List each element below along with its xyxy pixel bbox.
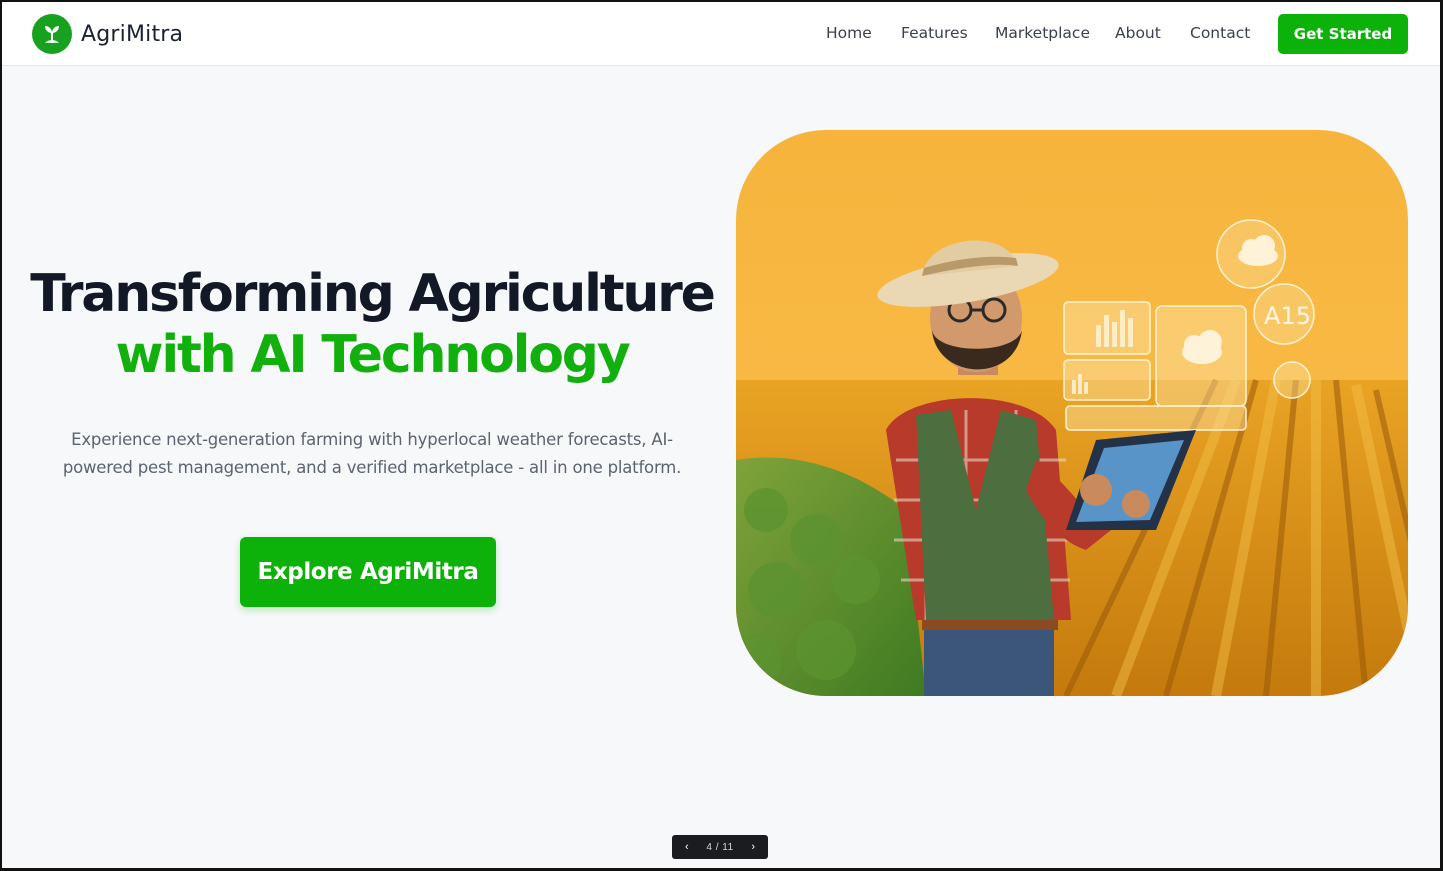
get-started-button[interactable]: Get Started: [1278, 14, 1408, 54]
hero-image-overlay-text: A15: [1264, 302, 1311, 330]
navbar: AgriMitra Home Features Marketplace Abou…: [2, 2, 1440, 66]
main-nav: Home Features Marketplace About Contact: [2, 24, 1440, 46]
chevron-right-icon[interactable]: ›: [751, 841, 755, 853]
page: AgriMitra Home Features Marketplace Abou…: [2, 2, 1440, 868]
slide-pager: ‹ 4 / 11 ›: [672, 835, 768, 859]
slide-counter: 4 / 11: [706, 841, 734, 853]
explore-button[interactable]: Explore AgriMitra: [240, 537, 496, 607]
nav-features[interactable]: Features: [901, 24, 968, 42]
hero-description: Experience next-generation farming with …: [62, 430, 682, 477]
nav-home[interactable]: Home: [826, 24, 872, 42]
hero-title: Transforming Agriculture with AI Technol…: [22, 264, 722, 386]
nav-contact[interactable]: Contact: [1190, 24, 1250, 42]
nav-marketplace[interactable]: Marketplace: [995, 24, 1090, 42]
nav-about[interactable]: About: [1115, 24, 1161, 42]
chevron-left-icon[interactable]: ‹: [685, 841, 689, 853]
hero-image: A15: [736, 130, 1408, 696]
hero-title-line1: Transforming Agriculture: [30, 264, 716, 324]
hero-content: Transforming Agriculture with AI Technol…: [22, 264, 722, 482]
hero-title-line2: with AI Technology: [115, 325, 630, 385]
